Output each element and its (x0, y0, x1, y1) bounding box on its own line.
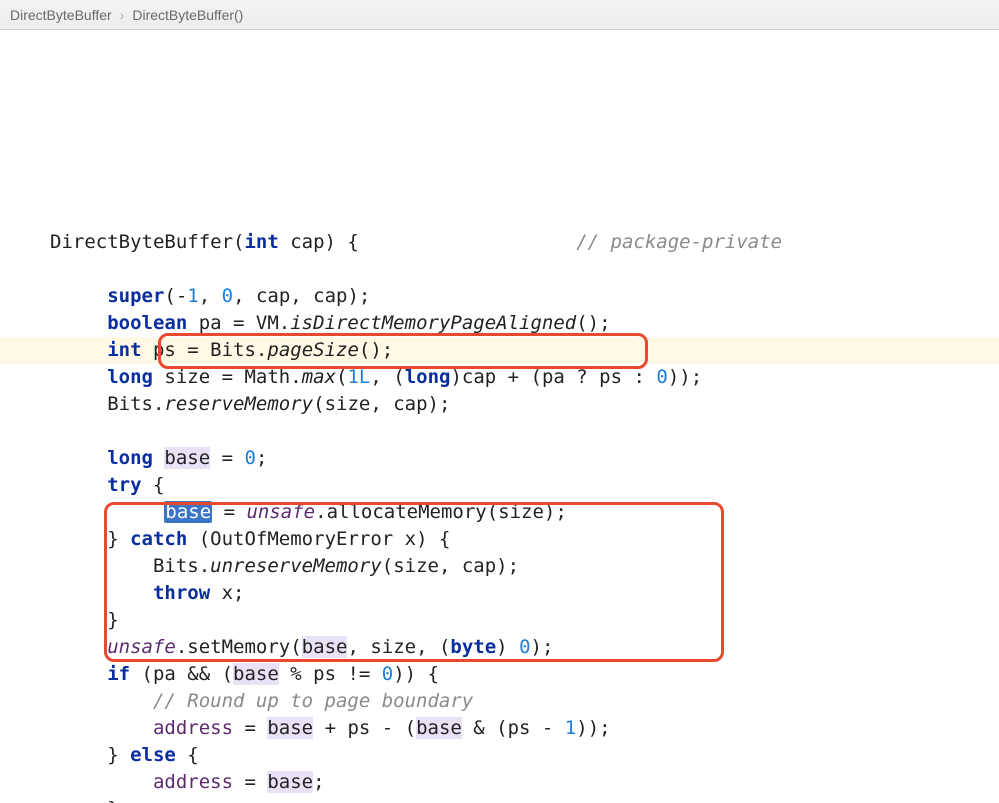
chevron-right-icon: › (120, 7, 125, 23)
breadcrumb-item-method[interactable]: DirectByteBuffer() (132, 7, 243, 23)
code-editor[interactable]: DirectByteBuffer(int cap) { // package-p… (0, 30, 999, 803)
code-content: DirectByteBuffer(int cap) { // package-p… (50, 202, 999, 803)
breadcrumb-item-class[interactable]: DirectByteBuffer (10, 7, 112, 23)
breadcrumb-bar: DirectByteBuffer › DirectByteBuffer() (0, 0, 999, 30)
selection: base (164, 501, 212, 523)
